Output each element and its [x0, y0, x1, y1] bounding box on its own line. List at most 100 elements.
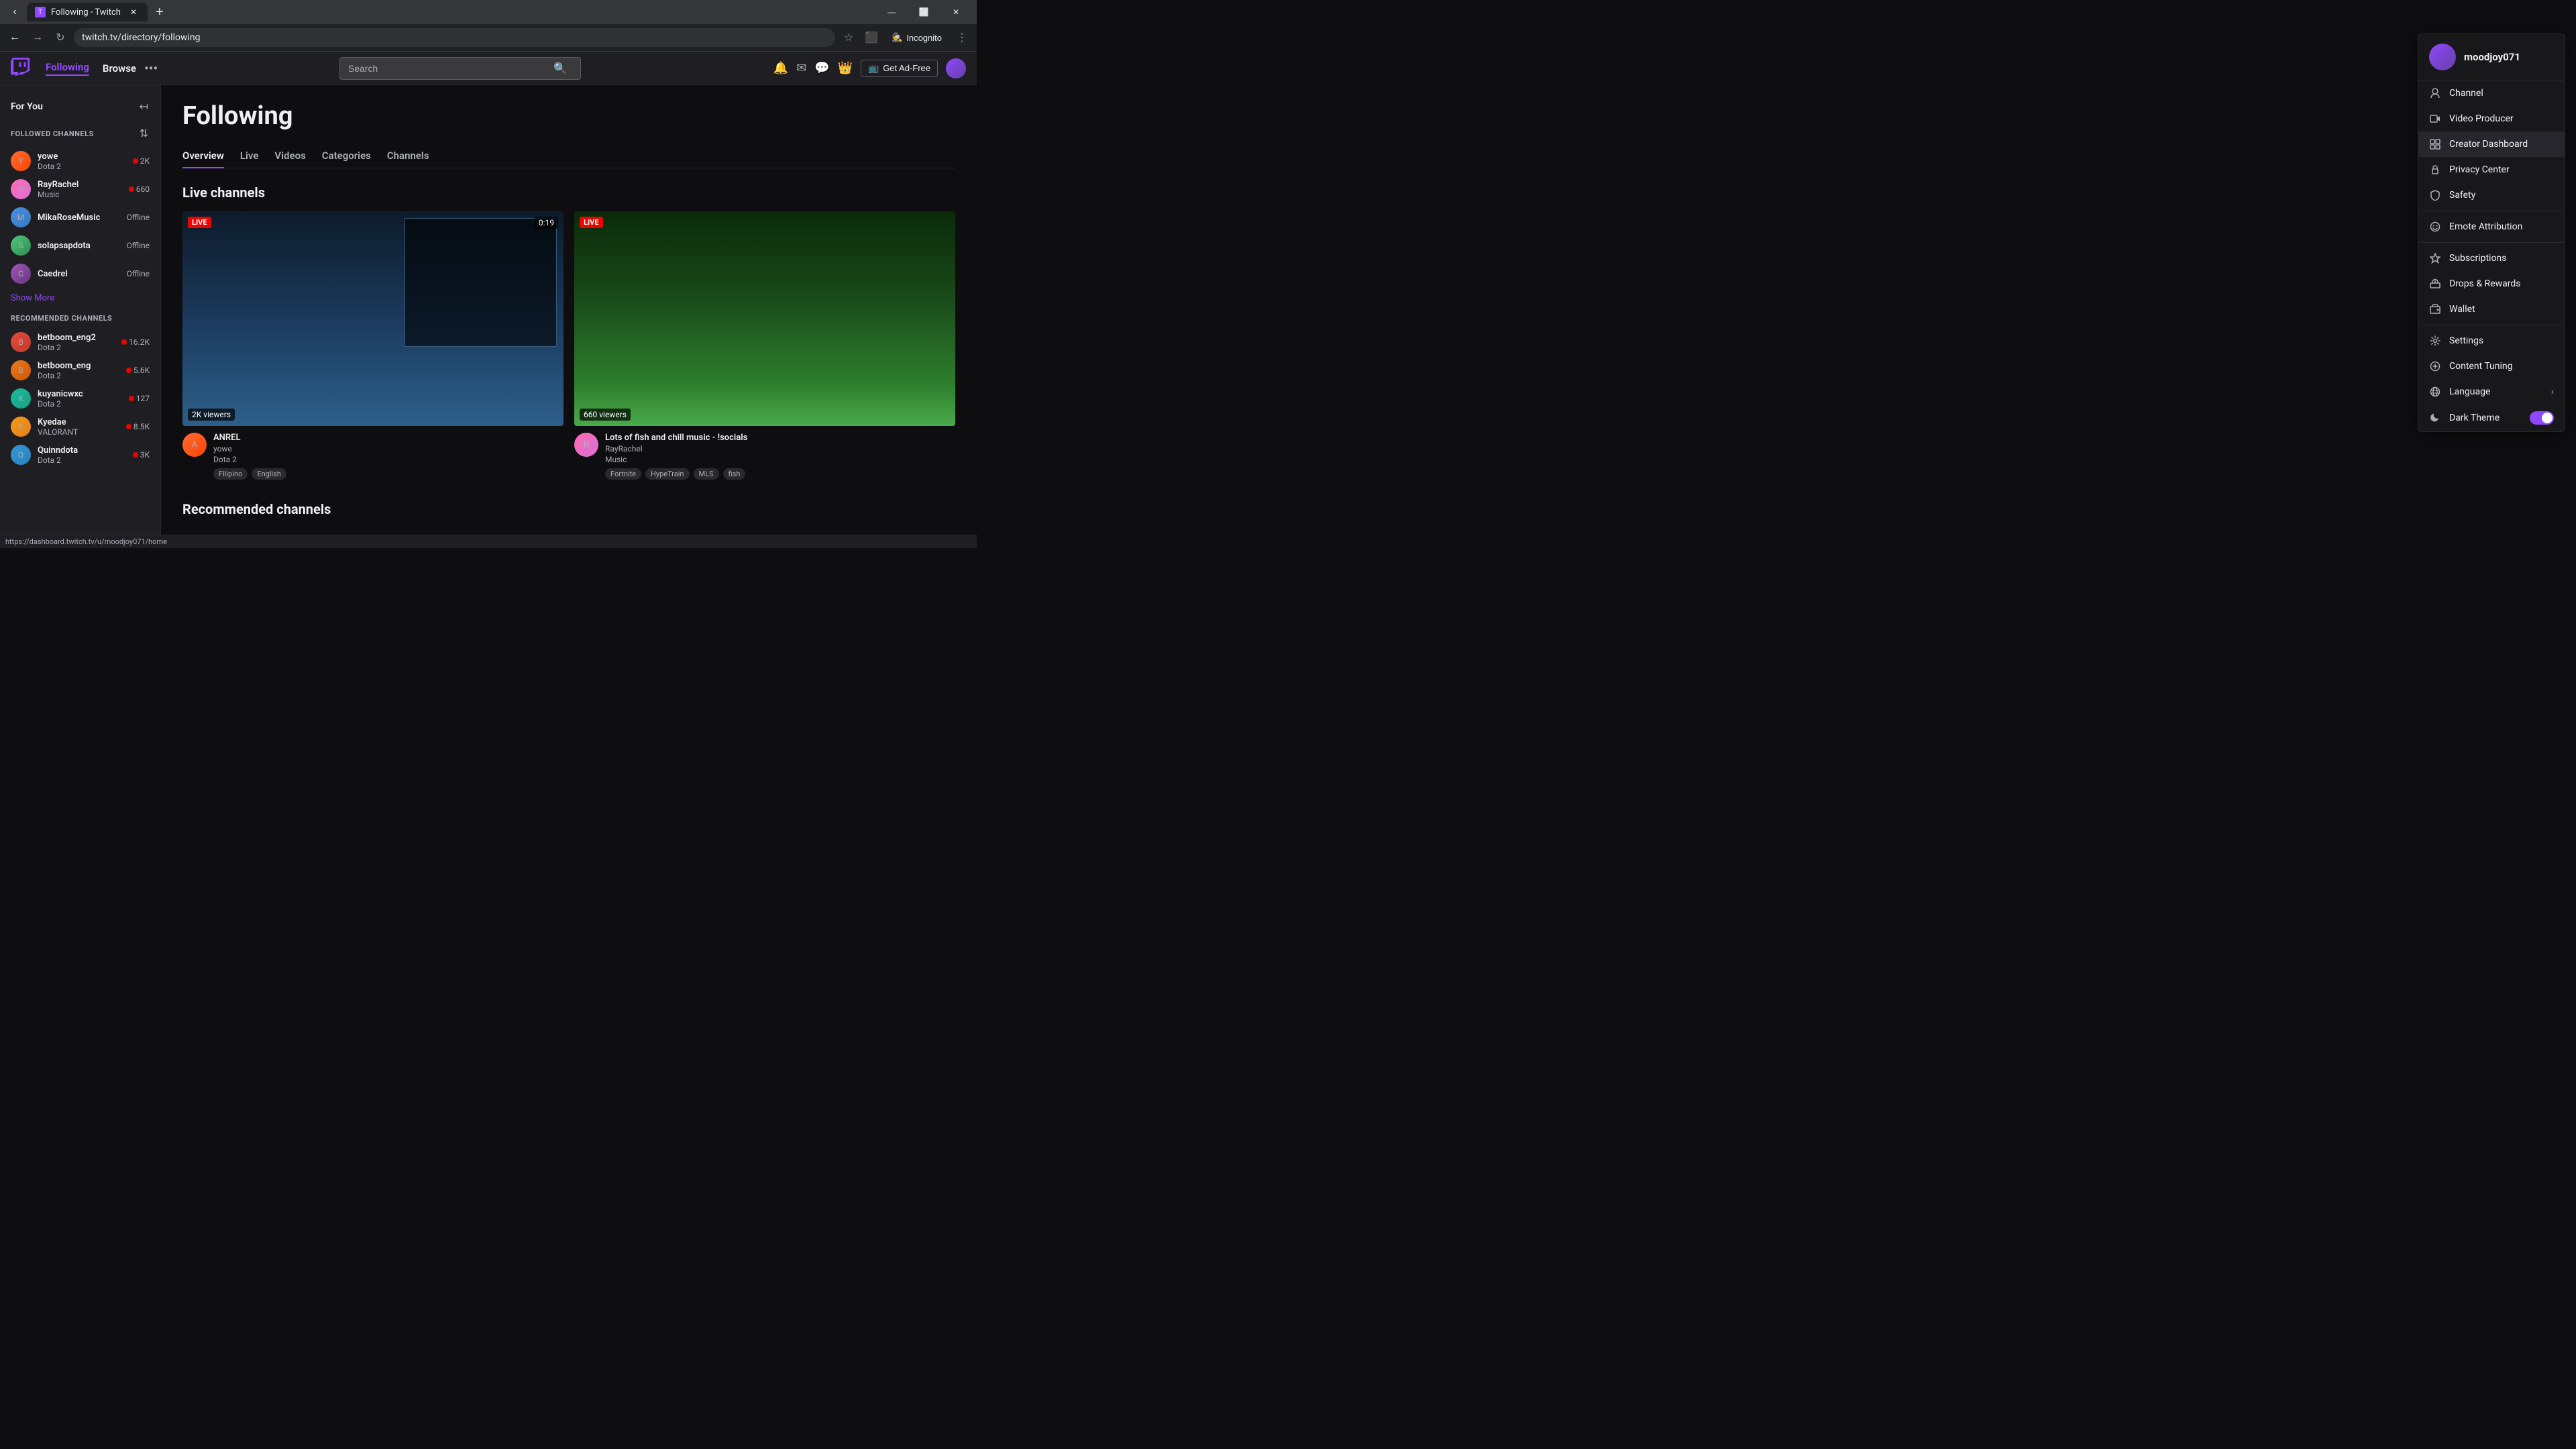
rayrachel-viewer-count: 660 viewers — [580, 409, 631, 421]
followed-channels-header: FOLLOWED CHANNELS ⇅ — [0, 120, 160, 147]
yowe-tag-english: English — [252, 468, 286, 480]
tab-videos[interactable]: Videos — [274, 144, 305, 168]
sidebar-item-kuyanicwxc[interactable]: K kuyanicwxc Dota 2 127 — [0, 384, 160, 413]
search-submit-btn[interactable]: 🔍 — [548, 59, 572, 78]
twitch-logo[interactable] — [11, 58, 32, 79]
kye-game: VALORANT — [38, 427, 119, 437]
betboom-avatar: B — [11, 360, 31, 380]
url-text: twitch.tv/directory/following — [82, 32, 200, 43]
sidebar-item-mikarosemusic[interactable]: M MikaRoseMusic Offline — [0, 203, 160, 231]
rayrachel-thumbnail-bg — [574, 211, 955, 426]
nav-following[interactable]: Following — [46, 61, 89, 76]
nav-more-btn[interactable]: ••• — [144, 60, 158, 76]
kye-avatar: K — [11, 417, 31, 437]
rayrachel-game: Music — [38, 190, 122, 199]
maximize-btn[interactable]: ⬜ — [908, 3, 939, 21]
betboom2-live-dot — [121, 339, 127, 345]
rayrachel-stream-channel: RayRachel — [605, 444, 955, 453]
search-bar[interactable]: 🔍 — [339, 57, 581, 80]
qui-game: Dota 2 — [38, 455, 126, 465]
rayrachel-stream-tags: Fortnite HypeTrain MLS fish — [605, 468, 955, 480]
back-btn[interactable]: ← — [5, 28, 24, 47]
sidebar-item-solapsapdota[interactable]: S solapsapdota Offline — [0, 231, 160, 260]
incognito-btn[interactable]: 🕵️ Incognito — [885, 30, 949, 46]
qui-name: Quinndota — [38, 445, 126, 455]
window-close-btn[interactable]: ✕ — [941, 3, 971, 21]
show-more-btn[interactable]: Show More — [0, 288, 160, 309]
yowe-stream-time: 0:19 — [535, 217, 558, 229]
sidebar-item-betboom[interactable]: B betboom_eng Dota 2 5.6K — [0, 356, 160, 384]
betboom2-avatar: B — [11, 332, 31, 352]
tab-categories[interactable]: Categories — [322, 144, 371, 168]
yowe-stream-title: ANREL — [213, 433, 564, 443]
yowe-viewers: 2K — [133, 156, 150, 166]
address-bar[interactable]: twitch.tv/directory/following — [74, 28, 835, 47]
bookmark-btn[interactable]: ☆ — [839, 28, 858, 47]
page-title: Following — [182, 101, 955, 131]
user-avatar-btn[interactable] — [946, 58, 966, 78]
yowe-stream-channel: yowe — [213, 444, 564, 453]
search-input[interactable] — [348, 63, 543, 74]
rayrachel-stream-avatar: R — [574, 433, 598, 457]
recommended-channels-header: RECOMMENDED CHANNELS — [0, 309, 160, 328]
refresh-btn[interactable]: ↻ — [51, 28, 70, 47]
sidebar-item-rayrachel[interactable]: R RayRachel Music 660 — [0, 175, 160, 203]
sidebar-item-caedrel[interactable]: C Caedrel Offline — [0, 260, 160, 288]
solas-name: solapsapdota — [38, 241, 120, 251]
rayrachel-viewers: 660 — [129, 184, 150, 194]
incognito-label: Incognito — [906, 33, 942, 43]
browser-menu-btn[interactable]: ⋮ — [953, 28, 971, 47]
stream-card-rayrachel[interactable]: LIVE 660 viewers R Lots of fish and chil… — [574, 211, 955, 480]
stream-card-yowe[interactable]: LIVE 2K viewers 0:19 A ANREL yowe Dota 2… — [182, 211, 564, 480]
get-ad-free-btn[interactable]: 📺 Get Ad-Free — [861, 60, 938, 77]
sidebar-item-yowe[interactable]: Y yowe Dota 2 2K — [0, 147, 160, 175]
nav-browse[interactable]: Browse — [103, 62, 136, 74]
tv-icon: 📺 — [868, 63, 879, 74]
sidebar-item-betboom2[interactable]: B betboom_eng2 Dota 2 16.2K — [0, 328, 160, 356]
sidebar-collapse-btn[interactable]: ↤ — [138, 99, 150, 115]
betboom-game: Dota 2 — [38, 371, 119, 380]
main-content: For You ↤ FOLLOWED CHANNELS ⇅ Y yowe Dot… — [0, 85, 977, 535]
rayrachel-stream-game: Music — [605, 455, 955, 464]
rayrachel-name: RayRachel — [38, 180, 122, 190]
tab-overview[interactable]: Overview — [182, 144, 224, 168]
mika-status: Offline — [127, 213, 150, 222]
minimize-btn[interactable]: — — [876, 3, 907, 21]
sidebar-item-quinndota[interactable]: Q Quinndota Dota 2 3K — [0, 441, 160, 469]
betboom2-viewers: 16.2K — [121, 337, 150, 347]
active-tab[interactable]: T Following - Twitch ✕ — [27, 3, 148, 21]
yowe-thumbnail-bg — [182, 211, 564, 426]
sort-btn[interactable]: ⇅ — [138, 125, 150, 142]
kuy-game: Dota 2 — [38, 399, 122, 409]
chat-icon[interactable]: 💬 — [814, 61, 829, 75]
rayrachel-stream-title: Lots of fish and chill music - !socials — [605, 433, 955, 443]
forward-btn[interactable]: → — [28, 28, 47, 47]
kuy-live-dot — [129, 396, 134, 401]
new-tab-btn[interactable]: + — [150, 3, 169, 21]
kuy-viewers: 127 — [129, 394, 150, 403]
recommended-channels-title: Recommended channels — [182, 501, 955, 517]
tab-back-btn[interactable]: ‹ — [5, 3, 24, 21]
yowe-game: Dota 2 — [38, 162, 126, 171]
sidebar-item-kyedae[interactable]: K Kyedae VALORANT 8.5K — [0, 413, 160, 441]
crown-icon[interactable]: 👑 — [838, 61, 853, 75]
kye-live-dot — [126, 424, 131, 429]
qui-avatar: Q — [11, 445, 31, 465]
notification-icon[interactable]: 🔔 — [773, 61, 788, 75]
tab-channels[interactable]: Channels — [387, 144, 429, 168]
for-you-title: For You — [11, 101, 43, 112]
followed-channels-title: FOLLOWED CHANNELS — [11, 129, 94, 138]
tab-favicon: T — [35, 7, 46, 17]
mail-icon[interactable]: ✉ — [796, 61, 806, 75]
yowe-live-badge: LIVE — [188, 217, 211, 228]
status-bar: https://dashboard.twitch.tv/u/moodjoy071… — [0, 535, 977, 548]
yowe-thumbnail: LIVE 2K viewers 0:19 — [182, 211, 564, 426]
recommended-channels-title: RECOMMENDED CHANNELS — [11, 314, 112, 323]
kye-name: Kyedae — [38, 417, 119, 427]
tab-close-btn[interactable]: ✕ — [127, 6, 140, 18]
yowe-viewer-count: 2K viewers — [188, 409, 235, 421]
extensions-btn[interactable]: ⬛ — [862, 28, 881, 47]
get-ad-free-label: Get Ad-Free — [883, 63, 930, 73]
yowe-stream-meta: A ANREL yowe Dota 2 Filipino English — [182, 433, 564, 480]
tab-live[interactable]: Live — [240, 144, 259, 168]
